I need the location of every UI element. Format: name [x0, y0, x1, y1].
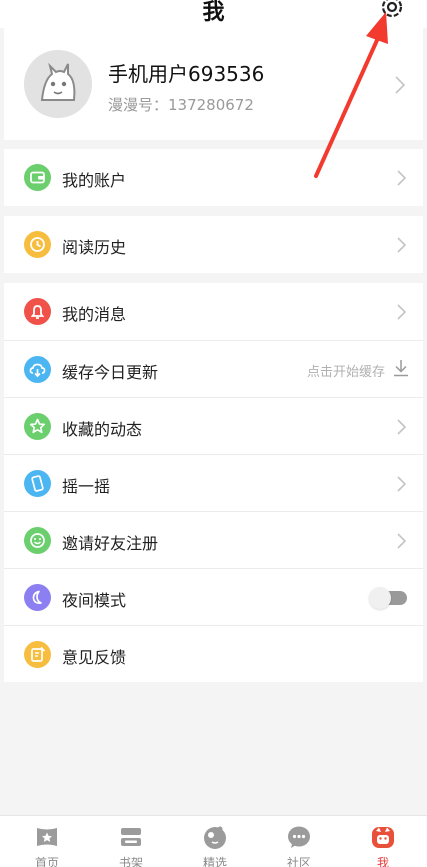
menu-item-label: 缓存今日更新 — [62, 363, 159, 382]
night-mode-toggle[interactable] — [369, 587, 409, 609]
menu-item-account[interactable]: 我的账户 — [4, 149, 423, 206]
tab-label: 首页 — [34, 856, 59, 867]
account-section: 我的账户 — [4, 149, 423, 206]
tab-label: 书架 — [118, 856, 143, 867]
profile-card[interactable]: 手机用户693536 漫漫号：137280672 — [4, 28, 423, 140]
chevron-right-icon — [397, 170, 407, 190]
wallet-icon — [24, 164, 51, 191]
avatar[interactable] — [24, 50, 92, 118]
tab-featured[interactable]: 精选 — [180, 816, 250, 867]
tab-me[interactable]: 我 — [348, 816, 418, 867]
menu-item-invite[interactable]: 邀请好友注册 — [4, 511, 423, 568]
phone-shake-icon — [24, 470, 51, 497]
chevron-right-icon — [397, 304, 407, 324]
home-star-icon — [34, 824, 60, 850]
menu-item-label: 邀请好友注册 — [62, 534, 159, 553]
chevron-right-icon — [397, 237, 407, 257]
history-section: 阅读历史 — [4, 216, 423, 273]
menu-item-label: 收藏的动态 — [62, 420, 143, 439]
chevron-right-icon — [395, 76, 406, 98]
menu-item-label: 意见反馈 — [62, 648, 127, 667]
tab-label: 我 — [376, 856, 389, 867]
tab-label: 精选 — [202, 856, 227, 867]
menu-item-favorites[interactable]: 收藏的动态 — [4, 397, 423, 454]
page-title: 我 — [202, 0, 225, 25]
chat-bubble-icon — [286, 824, 312, 850]
gear-icon[interactable] — [379, 0, 405, 20]
menu-item-label: 夜间模式 — [62, 591, 127, 610]
bell-icon — [24, 298, 51, 325]
menu-item-label: 阅读历史 — [62, 238, 127, 257]
chevron-right-icon — [397, 533, 407, 553]
chevron-right-icon — [397, 419, 407, 439]
cache-hint-text[interactable]: 点击开始缓存 — [307, 361, 385, 380]
tab-community[interactable]: 社区 — [264, 816, 334, 867]
smile-icon — [24, 527, 51, 554]
top-bar: 我 — [0, 0, 427, 28]
star-icon — [24, 413, 51, 440]
bookshelf-icon — [118, 824, 144, 850]
menu-item-night-mode: 夜间模式 — [4, 568, 423, 625]
menu-item-shake[interactable]: 摇一摇 — [4, 454, 423, 511]
user-id: 漫漫号：137280672 — [108, 96, 254, 114]
toggle-knob — [369, 587, 391, 609]
tab-home[interactable]: 首页 — [12, 816, 82, 867]
menu-item-label: 我的消息 — [62, 305, 127, 324]
menu-item-messages[interactable]: 我的消息 — [4, 283, 423, 340]
profile-cat-icon — [370, 824, 396, 850]
download-icon[interactable] — [393, 359, 409, 381]
bottom-tab-bar: 首页 书架 精选 社区 我 — [0, 815, 427, 867]
menu-item-label: 我的账户 — [62, 171, 127, 190]
moon-icon — [24, 584, 51, 611]
clock-icon — [24, 231, 51, 258]
tab-bookshelf[interactable]: 书架 — [96, 816, 166, 867]
menu-item-history[interactable]: 阅读历史 — [4, 216, 423, 273]
menu-item-cache[interactable]: 缓存今日更新 点击开始缓存 — [4, 340, 423, 397]
chevron-right-icon — [397, 476, 407, 496]
featured-icon — [202, 824, 228, 850]
main-menu: 我的消息 缓存今日更新 点击开始缓存 收藏的动态 摇一摇 邀请好友注册 夜间模式… — [4, 283, 423, 682]
menu-item-feedback[interactable]: 意见反馈 — [4, 625, 423, 682]
menu-item-label: 摇一摇 — [62, 477, 111, 496]
tab-label: 社区 — [286, 856, 311, 867]
edit-icon — [24, 641, 51, 668]
cloud-download-icon — [24, 356, 51, 383]
user-name: 手机用户693536 — [108, 62, 265, 86]
